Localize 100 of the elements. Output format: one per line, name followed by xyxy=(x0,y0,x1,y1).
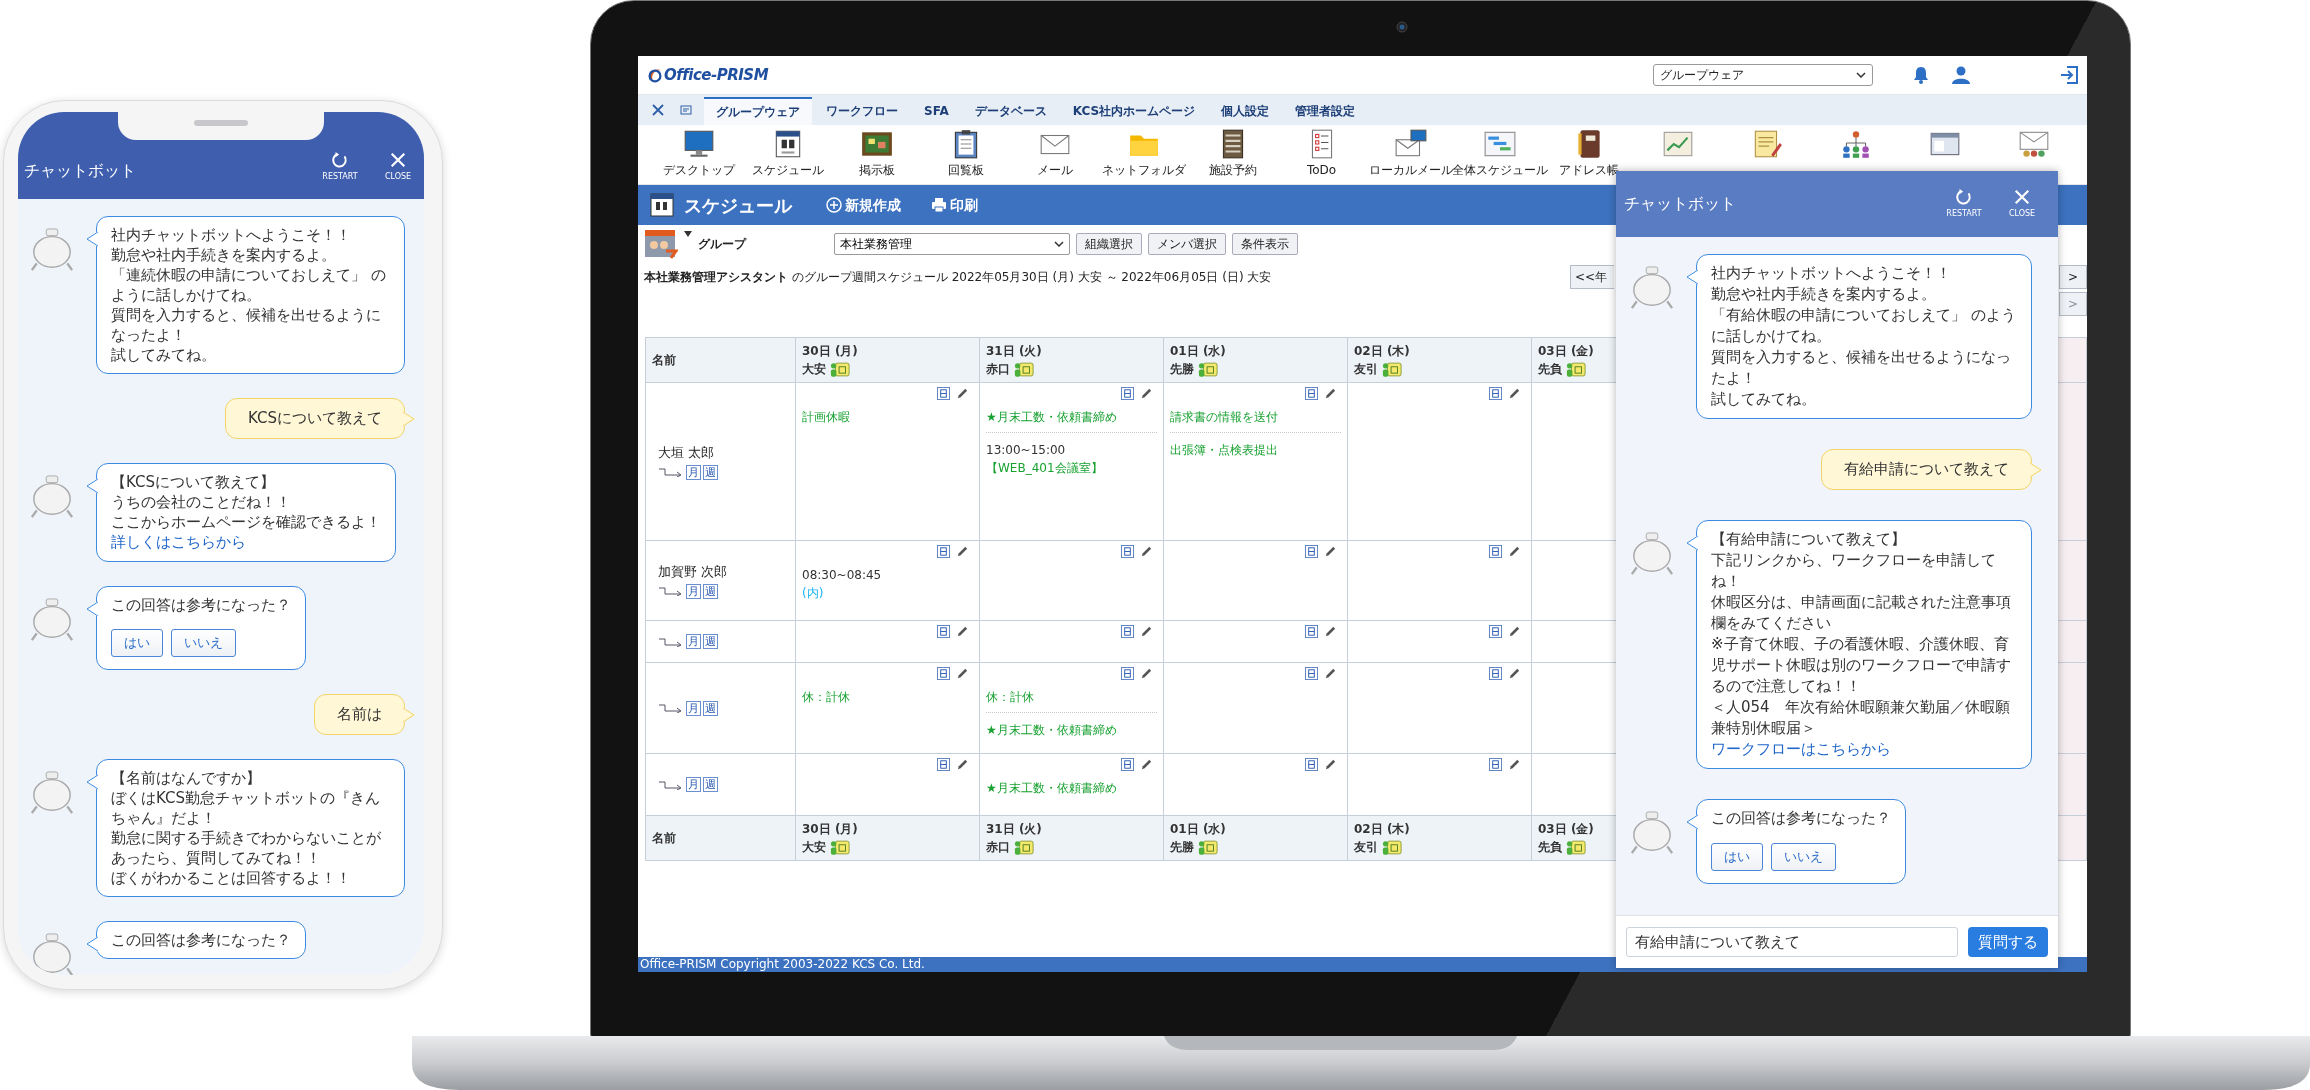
toolbar-button[interactable]: スケジュール xyxy=(743,129,832,179)
day-view-icon[interactable] xyxy=(1305,387,1318,400)
send-button[interactable]: 質問する xyxy=(1968,927,2048,957)
app-select[interactable]: グループウェア xyxy=(1653,64,1873,86)
edit-icon[interactable] xyxy=(1324,667,1337,680)
calendar-badge-icon[interactable] xyxy=(1014,838,1034,856)
toolbar-action[interactable]: 新規作成 xyxy=(826,194,901,216)
day-view-icon[interactable] xyxy=(1305,545,1318,558)
filter-button[interactable]: メンバ選択 xyxy=(1148,233,1226,255)
calendar-link[interactable]: 月 xyxy=(686,700,701,716)
day-view-icon[interactable] xyxy=(1305,625,1318,638)
day-view-icon[interactable] xyxy=(937,545,950,558)
calendar-link[interactable]: 月 xyxy=(686,583,701,599)
edit-icon[interactable] xyxy=(1140,625,1153,638)
edit-icon[interactable] xyxy=(1140,667,1153,680)
calendar-link[interactable]: 月 xyxy=(686,777,701,792)
event-place[interactable]: 【WEB_401会議室】 xyxy=(986,459,1103,477)
message-link[interactable]: ワークフローはこちらから xyxy=(1711,739,2017,760)
edit-icon[interactable] xyxy=(1508,625,1521,638)
day-view-icon[interactable] xyxy=(1489,667,1502,680)
event-link[interactable]: 請求書の情報を送付 xyxy=(1170,408,1341,426)
edit-icon[interactable] xyxy=(956,667,969,680)
edit-icon[interactable] xyxy=(1508,387,1521,400)
calendar-link[interactable]: 週 xyxy=(703,464,718,480)
nav-tab[interactable]: SFA xyxy=(912,97,961,125)
day-view-icon[interactable] xyxy=(937,387,950,400)
answer-button[interactable]: はい xyxy=(1711,843,1763,871)
day-view-icon[interactable] xyxy=(937,625,950,638)
calendar-link[interactable]: 月 xyxy=(686,634,701,649)
day-view-icon[interactable] xyxy=(937,758,950,771)
edit-icon[interactable] xyxy=(956,387,969,400)
nav-tab[interactable]: ワークフロー xyxy=(814,97,910,125)
edit-icon[interactable] xyxy=(1324,545,1337,558)
restart-button[interactable]: RESTART xyxy=(1942,188,1986,220)
logout-icon[interactable] xyxy=(2059,65,2079,85)
day-view-icon[interactable] xyxy=(1121,667,1134,680)
day-view-icon[interactable] xyxy=(1489,545,1502,558)
day-view-icon[interactable] xyxy=(1489,625,1502,638)
edit-icon[interactable] xyxy=(1140,387,1153,400)
day-view-icon[interactable] xyxy=(1489,758,1502,771)
edit-icon[interactable] xyxy=(1324,758,1337,771)
bell-icon[interactable] xyxy=(1911,65,1931,85)
edit-icon[interactable] xyxy=(1324,387,1337,400)
calendar-link[interactable]: 週 xyxy=(703,700,718,716)
close-button[interactable]: CLOSE xyxy=(376,151,420,183)
toolbar-action[interactable]: 印刷 xyxy=(931,194,978,216)
nav-tab[interactable]: グループウェア xyxy=(704,97,812,125)
toolbar-button[interactable]: メール xyxy=(1010,129,1099,179)
nav-tab[interactable]: KCS社内ホームページ xyxy=(1060,97,1208,125)
toolbar-button[interactable]: 施設予約 xyxy=(1188,129,1277,179)
nav-button[interactable]: > xyxy=(2058,265,2087,289)
toolbar-button[interactable]: ネットフォルダ xyxy=(1099,129,1188,179)
event-link[interactable]: 計画休暇 xyxy=(802,408,973,426)
event-link[interactable]: ★月末工数・依頼書締め xyxy=(986,712,1157,739)
event-link[interactable]: ★月末工数・依頼書締め xyxy=(986,408,1157,426)
answer-button[interactable]: いいえ xyxy=(171,629,236,657)
day-view-icon[interactable] xyxy=(1121,625,1134,638)
message-input-field[interactable]: 有給申請について教えて xyxy=(1626,927,1958,957)
filter-button[interactable]: 条件表示 xyxy=(1232,233,1298,255)
calendar-badge-icon[interactable] xyxy=(1566,360,1586,378)
calendar-badge-icon[interactable] xyxy=(830,360,850,378)
toolbar-button[interactable]: デスクトップ xyxy=(654,129,743,179)
calendar-badge-icon[interactable] xyxy=(1566,838,1586,856)
group-select[interactable]: 本社業務管理 xyxy=(834,233,1070,255)
day-view-icon[interactable] xyxy=(1121,545,1134,558)
edit-icon[interactable] xyxy=(1140,758,1153,771)
answer-button[interactable]: はい xyxy=(111,629,163,657)
edit-icon[interactable] xyxy=(1508,545,1521,558)
day-view-icon[interactable] xyxy=(1305,758,1318,771)
answer-button[interactable]: いいえ xyxy=(1771,843,1836,871)
window-icon[interactable] xyxy=(680,104,692,116)
close-button[interactable]: CLOSE xyxy=(2000,188,2044,220)
event-link[interactable]: 休：計休 xyxy=(986,688,1157,706)
calendar-badge-icon[interactable] xyxy=(1014,360,1034,378)
toolbar-button[interactable]: 掲示板 xyxy=(832,129,921,179)
day-view-icon[interactable] xyxy=(937,667,950,680)
calendar-link[interactable]: 週 xyxy=(703,583,718,599)
edit-icon[interactable] xyxy=(956,545,969,558)
event-link[interactable]: 休：計休 xyxy=(802,688,973,706)
edit-icon[interactable] xyxy=(956,625,969,638)
calendar-badge-icon[interactable] xyxy=(1198,838,1218,856)
edit-icon[interactable] xyxy=(1140,545,1153,558)
nav-tab[interactable]: 管理者設定 xyxy=(1283,97,1368,125)
event-link[interactable]: 出張簿・点検表提出 xyxy=(1170,432,1341,459)
edit-icon[interactable] xyxy=(1508,758,1521,771)
calendar-badge-icon[interactable] xyxy=(830,838,850,856)
edit-icon[interactable] xyxy=(1324,625,1337,638)
day-view-icon[interactable] xyxy=(1121,387,1134,400)
edit-icon[interactable] xyxy=(956,758,969,771)
close-icon[interactable] xyxy=(652,104,664,116)
event-link[interactable]: ★月末工数・依頼書締め xyxy=(986,779,1157,797)
day-view-icon[interactable] xyxy=(1305,667,1318,680)
nav-tab[interactable]: データベース xyxy=(962,97,1059,125)
calendar-badge-icon[interactable] xyxy=(1382,360,1402,378)
restart-button[interactable]: RESTART xyxy=(318,151,362,183)
edit-icon[interactable] xyxy=(1508,667,1521,680)
filter-button[interactable]: 組織選択 xyxy=(1076,233,1142,255)
calendar-link[interactable]: 月 xyxy=(686,464,701,480)
toolbar-button[interactable]: 回覧板 xyxy=(921,129,1010,179)
day-view-icon[interactable] xyxy=(1489,387,1502,400)
